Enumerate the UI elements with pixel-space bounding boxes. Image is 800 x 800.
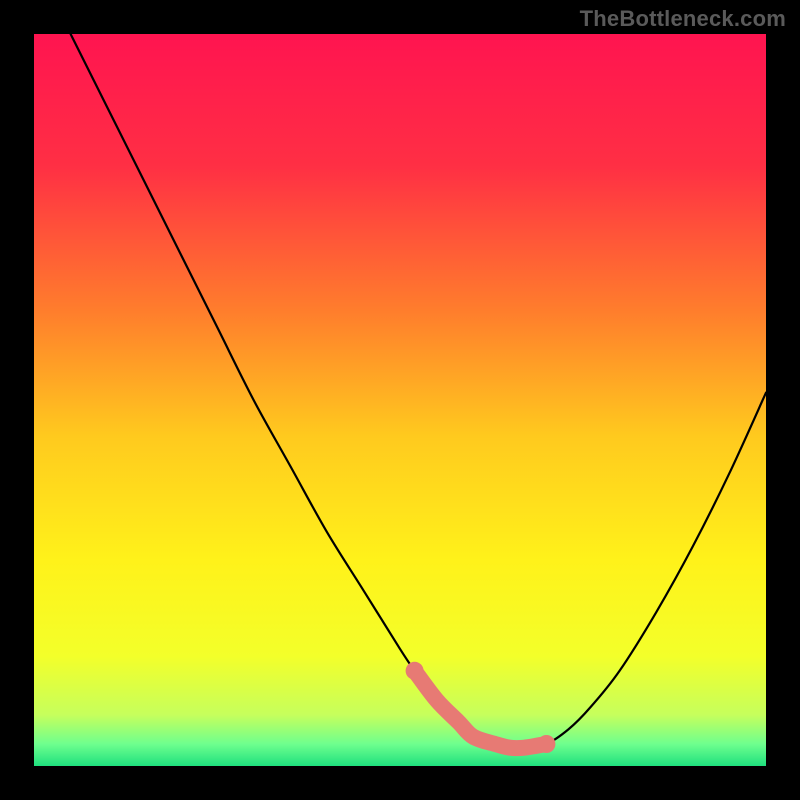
plot-background — [34, 34, 766, 766]
chart-frame: TheBottleneck.com — [0, 0, 800, 800]
bottleneck-curve-chart — [0, 0, 800, 800]
watermark-text: TheBottleneck.com — [580, 6, 786, 32]
